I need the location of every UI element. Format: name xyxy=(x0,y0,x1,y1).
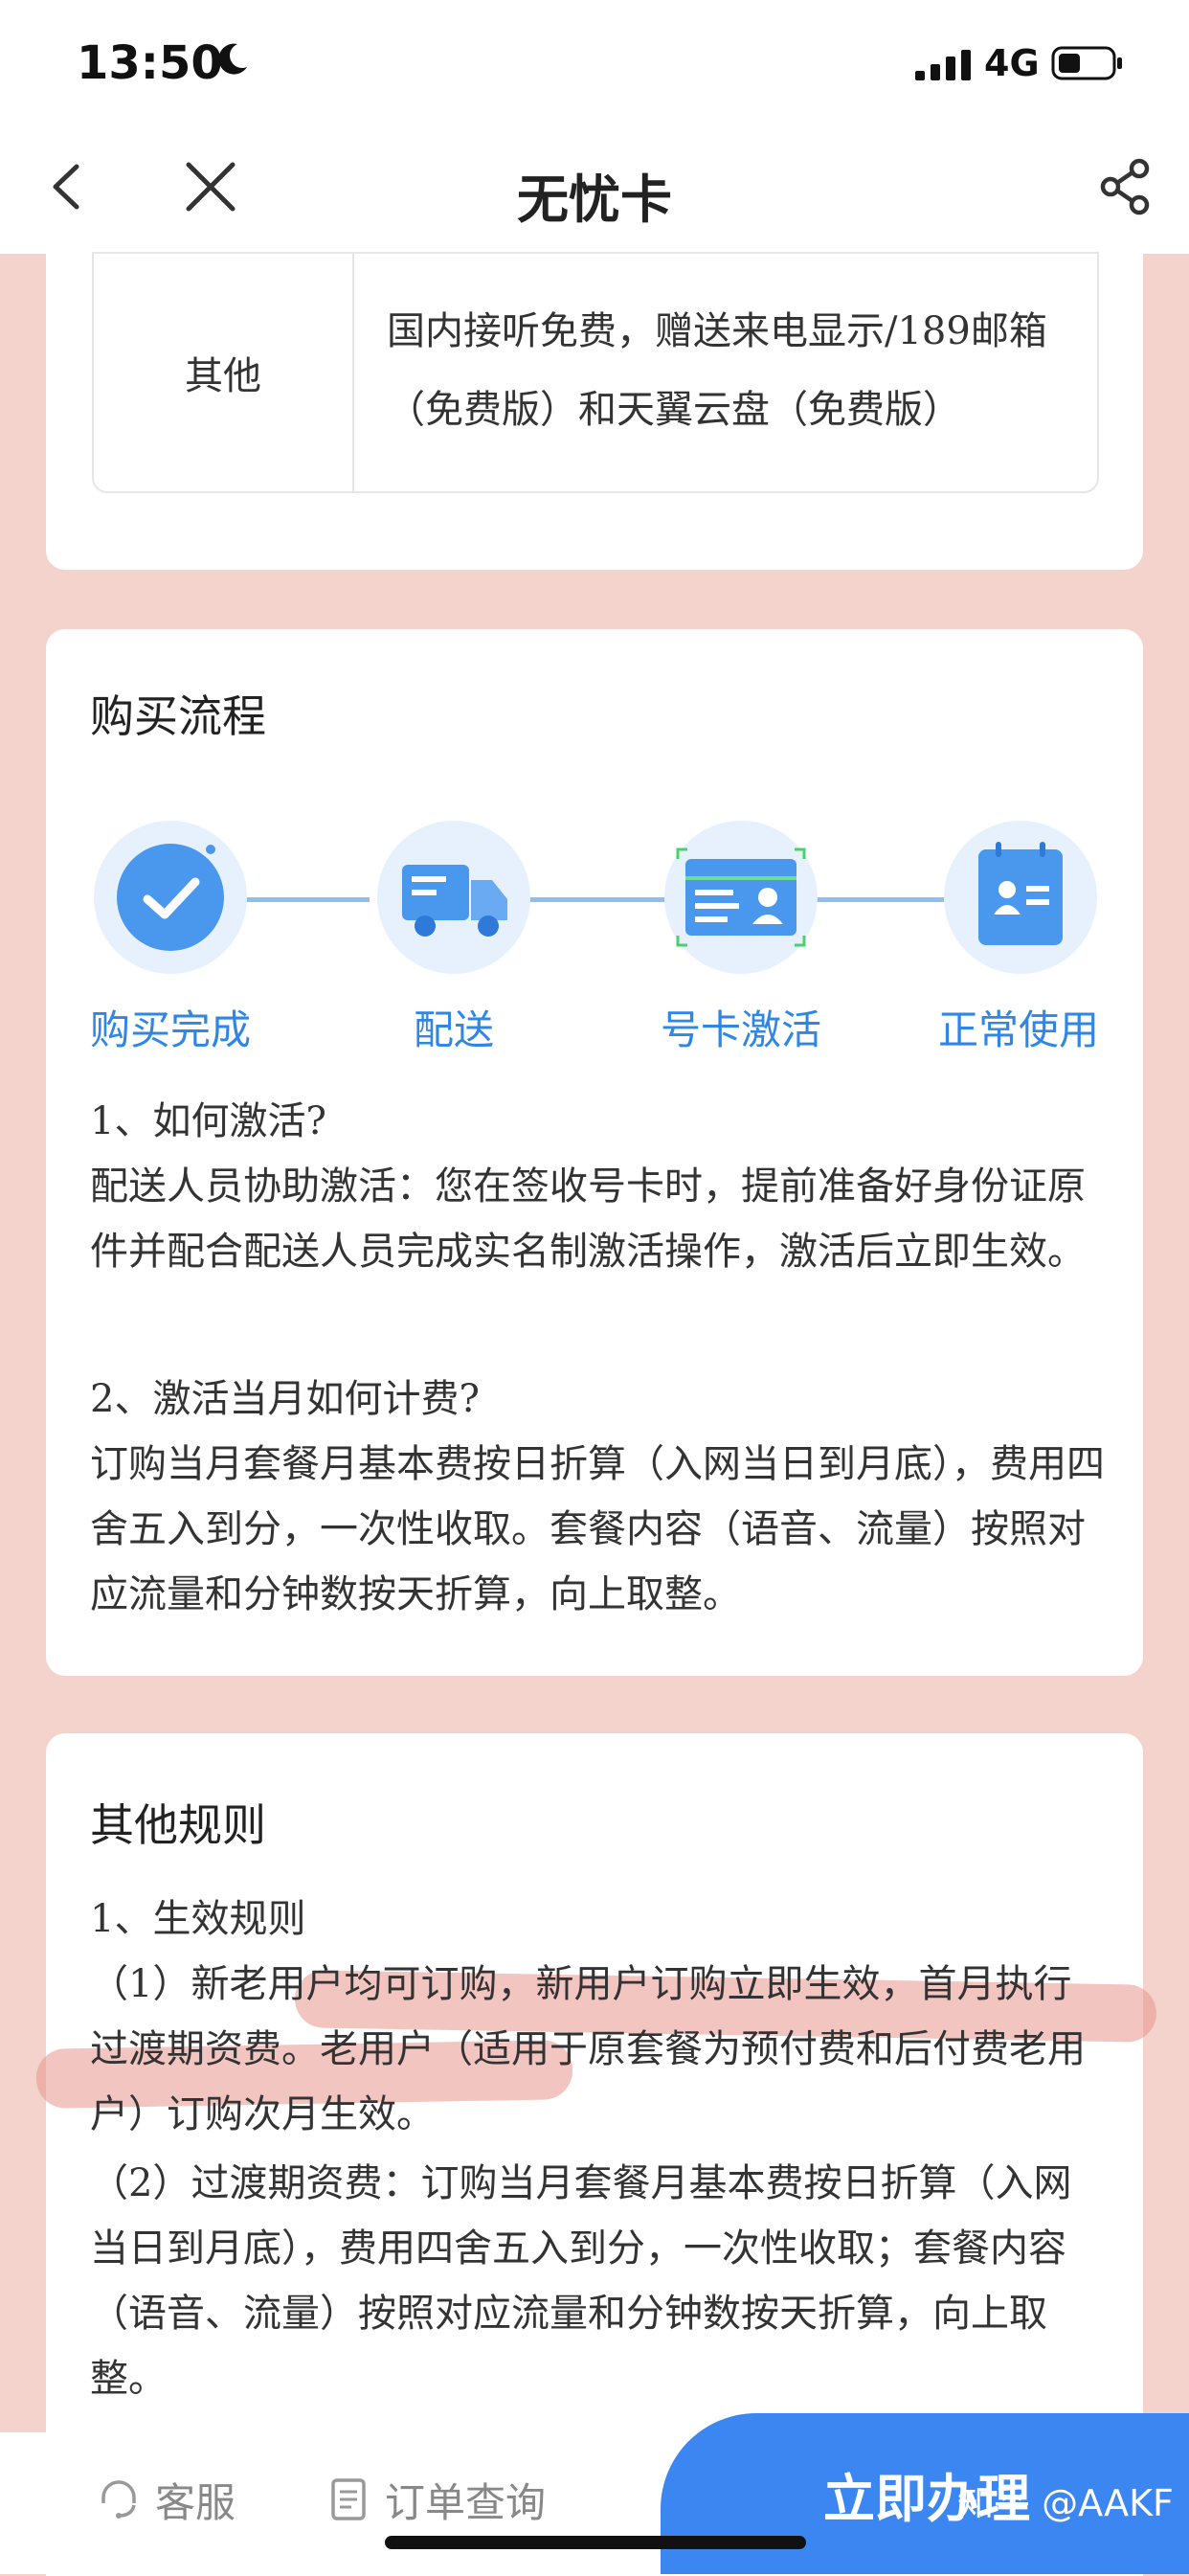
step-connector xyxy=(810,897,952,902)
rule-text: （2）过渡期资费：订购当月套餐月基本费按日折算（入网当日到月底），费用四舍五入到… xyxy=(90,2161,1072,2401)
step-label: 号卡激活 xyxy=(660,1006,821,1053)
step-label: 正常使用 xyxy=(937,1006,1099,1053)
faq-question: 1、如何激活? xyxy=(90,1099,326,1143)
id-card-icon xyxy=(664,821,818,974)
step-label: 购买完成 xyxy=(89,1006,251,1053)
step-complete-icon xyxy=(94,821,247,974)
status-bar: 13:50 4G xyxy=(0,0,1189,124)
share-icon[interactable] xyxy=(1091,153,1158,220)
contact-card-icon xyxy=(944,821,1097,974)
customer-service-button[interactable]: 客服 xyxy=(96,2471,236,2528)
page-title: 无忧卡 xyxy=(517,169,672,230)
battery-icon xyxy=(1051,46,1122,80)
rule-text: （1）新老用户均可订购，新用户订购立即生效，首月执行过渡期资费。老用户（适用于原… xyxy=(90,1962,1086,2136)
info-table-row: 其他 国内接听免费，赠送来电显示/189邮箱（免费版）和天翼云盘（免费版） xyxy=(92,252,1099,493)
section-title: 其他规则 xyxy=(90,1799,266,1851)
customer-service-label: 客服 xyxy=(155,2478,236,2526)
signal-icon xyxy=(915,50,971,80)
info-label: 其他 xyxy=(94,254,354,491)
package-info-card: 其他 国内接听免费，赠送来电显示/189邮箱（免费版）和天翼云盘（免费版） xyxy=(46,252,1143,570)
step-connector xyxy=(245,897,370,902)
status-time: 13:50 xyxy=(77,36,223,90)
section-title: 购买流程 xyxy=(90,690,266,742)
home-indicator[interactable] xyxy=(385,2536,806,2549)
faq-answer: 订购当月套餐月基本费按日折算（入网当日到月底），费用四舍五入到分，一次性收取。套… xyxy=(90,1442,1105,1616)
document-icon xyxy=(331,2478,366,2520)
headset-icon xyxy=(101,2480,136,2519)
purchase-process-card: 购买流程 购买完成 配送 号卡激活 正常使用 1、如何激活? 配送人员协助激活：… xyxy=(46,629,1143,1676)
step-connector xyxy=(527,897,672,902)
nav-bar: 无忧卡 xyxy=(0,124,1189,254)
faq-question: 2、激活当月如何计费? xyxy=(90,1377,480,1421)
faq-answer: 配送人员协助激活：您在签收号卡时，提前准备好身份证原件并配合配送人员完成实名制激… xyxy=(90,1164,1086,1274)
rule-heading: 1、生效规则 xyxy=(90,1897,306,1941)
order-query-button[interactable]: 订单查询 xyxy=(325,2471,546,2528)
delivery-truck-icon xyxy=(377,821,530,974)
order-query-label: 订单查询 xyxy=(385,2478,547,2526)
watermark: 知乎 @AAKF xyxy=(957,2482,1174,2524)
network-type: 4G xyxy=(984,42,1040,84)
step-label: 配送 xyxy=(413,1006,494,1053)
info-value: 国内接听免费，赠送来电显示/189邮箱（免费版）和天翼云盘（免费版） xyxy=(387,309,1047,432)
moon-icon xyxy=(218,43,247,75)
process-steps: 购买完成 配送 号卡激活 正常使用 xyxy=(46,802,1143,1053)
